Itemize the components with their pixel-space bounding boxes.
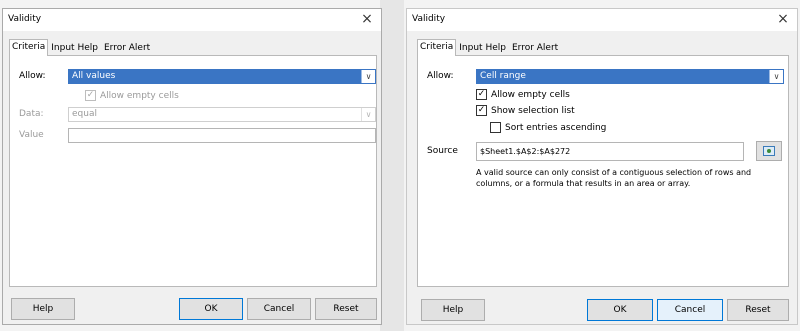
dialog-title: Validity [412,14,446,24]
reset-button-label: Reset [333,304,359,314]
tab-criteria[interactable]: Criteria [417,39,457,56]
allow-value: All values [72,71,116,81]
dialog-title: Validity [8,14,42,24]
criteria-panel: Allow: All values ∨ ✓ Allow empty cells … [9,55,377,287]
close-button[interactable]: × [359,11,375,27]
ok-button-label: OK [204,304,218,314]
cancel-button[interactable]: Cancel [247,298,311,320]
cancel-button-label: Cancel [674,305,706,315]
allow-empty-cells-label: Allow empty cells [100,90,179,101]
help-button-label: Help [32,304,54,314]
allow-value: Cell range [480,71,526,81]
check-icon: ✓ [476,89,487,100]
tab-error-alert[interactable]: Error Alert [101,40,153,56]
check-icon: ✓ [85,90,96,101]
value-label: Value [19,130,44,140]
reset-button-label: Reset [745,305,771,315]
tab-bar: Criteria Input Help Error Alert [417,39,561,56]
show-selection-list-checkbox[interactable]: ✓ Show selection list [476,105,575,116]
help-button[interactable]: Help [11,298,75,320]
chevron-down-icon[interactable]: ∨ [769,70,783,83]
tab-input-help[interactable]: Input Help [48,40,101,56]
cancel-button-label: Cancel [263,304,295,314]
allow-dropdown[interactable]: Cell range ∨ [476,69,784,84]
shrink-range-button[interactable] [756,141,782,161]
data-value: equal [72,109,97,119]
check-icon: ✓ [476,105,487,116]
help-button[interactable]: Help [421,299,485,321]
reset-button[interactable]: Reset [727,299,789,321]
show-selection-list-label: Show selection list [491,105,575,116]
validity-dialog-left: Validity × Criteria Input Help Error Ale… [2,8,382,325]
tab-bar: Criteria Input Help Error Alert [9,39,153,56]
close-button[interactable]: × [775,11,791,27]
data-dropdown[interactable]: equal ∨ [68,107,376,122]
sort-entries-checkbox[interactable]: Sort entries ascending [490,122,606,133]
allow-dropdown[interactable]: All values ∨ [68,69,376,84]
ok-button[interactable]: OK [587,299,653,321]
allow-label: Allow: [427,71,454,81]
value-input[interactable] [68,128,376,143]
data-label: Data: [19,109,44,119]
tab-criteria[interactable]: Criteria [9,39,49,56]
allow-empty-cells-checkbox[interactable]: ✓ Allow empty cells [85,90,179,101]
ok-button[interactable]: OK [179,298,243,320]
source-help-line-2: columns, or a formula that results in an… [476,179,691,188]
chevron-down-icon[interactable]: ∨ [361,70,375,83]
ok-button-label: OK [613,305,627,315]
title-bar: Validity × [407,9,797,31]
checkbox-empty [490,122,501,133]
source-help-line-1: A valid source can only consist of a con… [476,168,752,177]
source-label: Source [427,146,458,156]
allow-label: Allow: [19,71,46,81]
criteria-panel: Allow: Cell range ∨ ✓ Allow empty cells … [417,55,789,287]
tab-input-help[interactable]: Input Help [456,40,509,56]
validity-dialog-right: Validity × Criteria Input Help Error Ale… [406,8,798,325]
source-input[interactable]: $Sheet1.$A$2:$A$272 [476,142,744,161]
title-bar: Validity × [3,9,381,31]
sort-entries-label: Sort entries ascending [505,122,607,133]
range-picker-icon [763,146,775,156]
tab-error-alert[interactable]: Error Alert [509,40,561,56]
chevron-down-icon[interactable]: ∨ [361,108,375,121]
background-strip [380,0,404,331]
reset-button[interactable]: Reset [315,298,377,320]
allow-empty-cells-checkbox[interactable]: ✓ Allow empty cells [476,89,570,100]
allow-empty-cells-label: Allow empty cells [491,89,570,100]
help-button-label: Help [442,305,464,315]
source-value: $Sheet1.$A$2:$A$272 [480,147,571,156]
cancel-button[interactable]: Cancel [657,299,723,321]
